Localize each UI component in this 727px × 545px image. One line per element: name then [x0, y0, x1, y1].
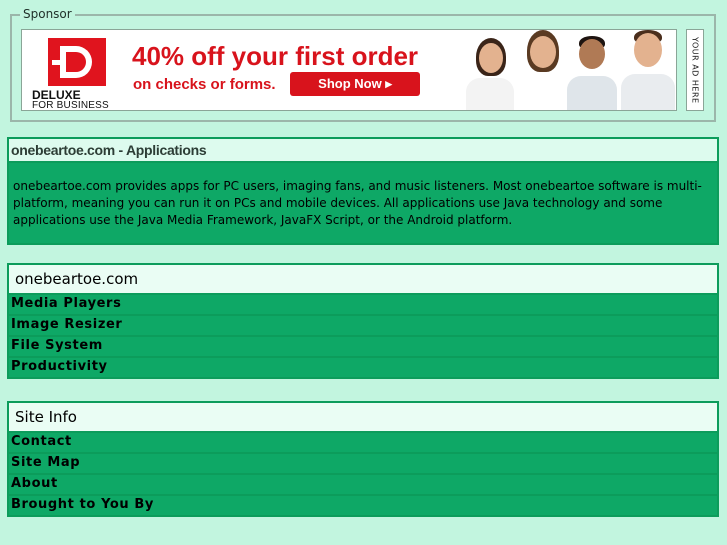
menu-item-image-resizer[interactable]: Image Resizer [7, 316, 719, 337]
onebeartoe-menu-title: onebeartoe.com [7, 263, 719, 295]
deluxe-logo: DELUXE FOR BUSINESS [32, 36, 122, 111]
your-ad-here-link[interactable]: YOUR AD HERE [686, 29, 704, 111]
side-label-text: YOUR AD HERE [690, 36, 700, 104]
ad-headline: 40% off your first order [132, 41, 419, 71]
applications-description: onebeartoe.com provides apps for PC user… [13, 179, 702, 227]
menu-item-site-map[interactable]: Site Map [7, 454, 719, 475]
applications-title: onebeartoe.com - Applications [9, 139, 717, 163]
menu-item-productivity[interactable]: Productivity [7, 358, 719, 379]
menu-item-contact[interactable]: Contact [7, 433, 719, 454]
shop-now-button[interactable]: Shop Now ▸ [290, 72, 420, 96]
deluxe-logo-icon [48, 38, 106, 86]
sponsor-box: Sponsor DELUXE FOR BUSINESS 40% off your… [10, 7, 716, 122]
person-figure [618, 30, 676, 110]
person-figure [462, 30, 518, 110]
sponsor-legend: Sponsor [20, 7, 75, 21]
site-info-menu: Site Info Contact Site Map About Brought… [7, 401, 719, 517]
onebeartoe-menu: onebeartoe.com Media Players Image Resiz… [7, 263, 719, 379]
ad-brand-sub: FOR BUSINESS [32, 100, 109, 111]
menu-item-media-players[interactable]: Media Players [7, 295, 719, 316]
person-figure [564, 30, 618, 110]
ad-people-image [442, 30, 676, 110]
menu-item-file-system[interactable]: File System [7, 337, 719, 358]
menu-item-about[interactable]: About [7, 475, 719, 496]
person-figure [512, 30, 572, 110]
ad-subline: on checks or forms. [133, 76, 276, 93]
menu-item-brought-to-you-by[interactable]: Brought to You By [7, 496, 719, 517]
applications-panel: onebeartoe.com - Applications onebeartoe… [7, 137, 719, 245]
site-info-menu-title: Site Info [7, 401, 719, 433]
ad-banner[interactable]: DELUXE FOR BUSINESS 40% off your first o… [21, 29, 677, 111]
